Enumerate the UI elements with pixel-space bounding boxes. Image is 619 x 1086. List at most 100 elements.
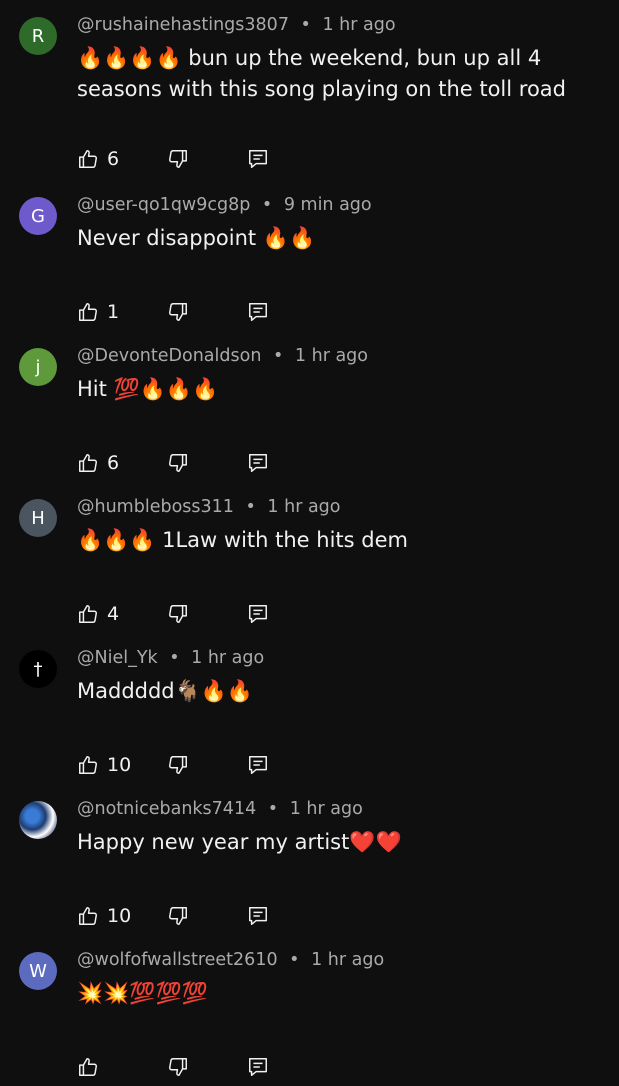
comment-actions: 6 [77,144,269,174]
comment-actions: 1 [77,297,269,327]
comment-author[interactable]: @DevonteDonaldson [77,346,261,366]
dislike-button[interactable] [167,301,247,323]
comment-actions: 10 [77,750,269,780]
comment-author[interactable]: @humbleboss311 [77,497,234,517]
reply-button[interactable] [247,754,269,776]
avatar[interactable]: † [19,650,57,688]
comment-header: @Niel_Yk • 1 hr ago [77,648,264,668]
like-button[interactable]: 6 [77,148,167,170]
comment-item: H @humbleboss311 • 1 hr ago 🔥🔥🔥 1Law wit… [0,482,619,633]
dislike-button[interactable] [167,603,247,625]
thumbs-down-icon [167,603,247,625]
comment-actions: 4 [77,599,269,629]
thumbs-down-icon [167,905,247,927]
comment-item: @notnicebanks7414 • 1 hr ago Happy new y… [0,784,619,935]
thumbs-down-icon [167,754,247,776]
avatar[interactable] [19,801,57,839]
separator-dot: • [289,950,300,970]
comment-item: † @Niel_Yk • 1 hr ago Maddddd🐐🔥🔥 10 [0,633,619,784]
comment-time[interactable]: 1 hr ago [322,15,395,35]
reply-comment-icon [247,301,269,323]
like-button[interactable]: 6 [77,452,167,474]
reply-button[interactable] [247,905,269,927]
comment-author[interactable]: @Niel_Yk [77,648,158,668]
comment-author[interactable]: @wolfofwallstreet2610 [77,950,278,970]
thumbs-up-icon [77,754,99,776]
thumbs-down-icon [167,1056,247,1078]
reply-button[interactable] [247,148,269,170]
comment-item: W @wolfofwallstreet2610 • 1 hr ago 💥💥💯💯💯 [0,935,619,1086]
comment-time[interactable]: 1 hr ago [295,346,368,366]
avatar-letter: W [29,960,47,982]
like-button[interactable]: 4 [77,603,167,625]
comment-time[interactable]: 1 hr ago [311,950,384,970]
comment-text: 🔥🔥🔥 1Law with the hits dem [77,528,408,552]
separator-dot: • [300,15,311,35]
comment-text: 🔥🔥🔥🔥 bun up the weekend, bun up all 4 se… [77,46,566,101]
dislike-button[interactable] [167,905,247,927]
reply-button[interactable] [247,603,269,625]
avatar[interactable]: G [19,197,57,235]
comment-actions [77,1052,269,1082]
comment-text: Happy new year my artist❤️❤️ [77,830,402,854]
avatar-letter: G [31,205,45,227]
comment-time[interactable]: 9 min ago [284,195,372,215]
separator-dot: • [273,346,284,366]
thumbs-up-icon [77,452,99,474]
comment-header: @DevonteDonaldson • 1 hr ago [77,346,368,366]
reply-comment-icon [247,754,269,776]
like-count: 10 [107,754,132,776]
dislike-button[interactable] [167,754,247,776]
like-count: 1 [107,301,120,323]
thumbs-up-icon [77,1056,99,1078]
like-button[interactable]: 10 [77,905,167,927]
avatar[interactable]: W [19,952,57,990]
like-button[interactable]: 1 [77,301,167,323]
thumbs-down-icon [167,148,247,170]
reply-comment-icon [247,148,269,170]
avatar-letter: † [33,658,43,680]
thumbs-up-icon [77,603,99,625]
dislike-button[interactable] [167,1056,247,1078]
comment-item: R @rushainehastings3807 • 1 hr ago 🔥🔥🔥🔥 … [0,0,619,180]
like-button[interactable]: 10 [77,754,167,776]
dislike-button[interactable] [167,148,247,170]
reply-button[interactable] [247,301,269,323]
comment-header: @humbleboss311 • 1 hr ago [77,497,341,517]
comments-list: R @rushainehastings3807 • 1 hr ago 🔥🔥🔥🔥 … [0,0,619,1086]
comment-author[interactable]: @rushainehastings3807 [77,15,289,35]
reply-comment-icon [247,1056,269,1078]
comment-text: Maddddd🐐🔥🔥 [77,679,254,703]
reply-button[interactable] [247,1056,269,1078]
separator-dot: • [169,648,180,668]
avatar[interactable]: H [19,499,57,537]
comment-time[interactable]: 1 hr ago [267,497,340,517]
reply-comment-icon [247,452,269,474]
comment-author[interactable]: @notnicebanks7414 [77,799,256,819]
comment-text: Hit 💯🔥🔥🔥 [77,377,219,401]
comment-item: j @DevonteDonaldson • 1 hr ago Hit 💯🔥🔥🔥 … [0,331,619,482]
comment-time[interactable]: 1 hr ago [191,648,264,668]
comment-actions: 6 [77,448,269,478]
thumbs-up-icon [77,905,99,927]
comment-header: @rushainehastings3807 • 1 hr ago [77,15,396,35]
comment-item: G @user-qo1qw9cg8p • 9 min ago Never dis… [0,180,619,331]
avatar-letter: R [31,25,45,47]
dislike-button[interactable] [167,452,247,474]
reply-button[interactable] [247,452,269,474]
reply-comment-icon [247,603,269,625]
avatar[interactable]: R [19,17,57,55]
avatar-letter: j [35,356,41,378]
comment-header: @wolfofwallstreet2610 • 1 hr ago [77,950,384,970]
comment-header: @user-qo1qw9cg8p • 9 min ago [77,195,372,215]
separator-dot: • [267,799,279,819]
thumbs-up-icon [77,301,99,323]
comment-time[interactable]: 1 hr ago [290,799,363,819]
comment-header: @notnicebanks7414 • 1 hr ago [77,799,363,819]
comment-actions: 10 [77,901,269,931]
separator-dot: • [245,497,256,517]
like-button[interactable] [77,1056,167,1078]
avatar[interactable]: j [19,348,57,386]
reply-comment-icon [247,905,269,927]
comment-author[interactable]: @user-qo1qw9cg8p [77,195,250,215]
